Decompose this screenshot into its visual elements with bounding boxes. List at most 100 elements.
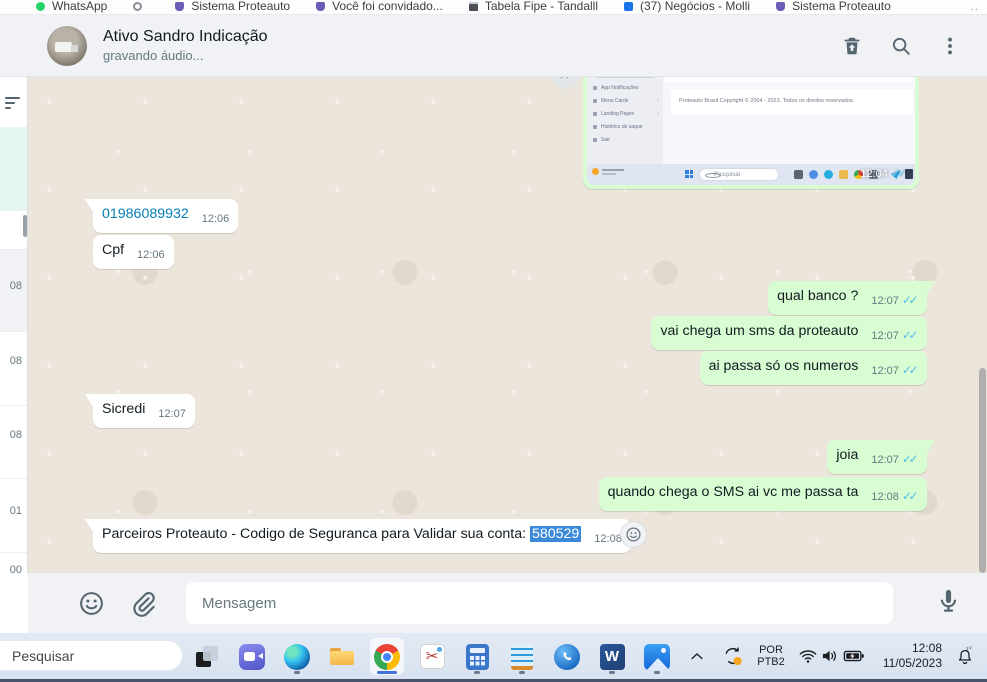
language-line2: PTB2 xyxy=(757,656,785,669)
chat-row[interactable] xyxy=(0,405,27,478)
message-text: vai chega um sms da proteauto xyxy=(660,323,858,339)
message-text: joia xyxy=(836,447,858,463)
chat-list-strip: 08 08 08 01 00 xyxy=(0,77,28,573)
react-button[interactable] xyxy=(620,521,647,548)
screenshot-weather-icon xyxy=(592,168,599,175)
forward-arrow-icon xyxy=(558,77,574,84)
volume-button[interactable] xyxy=(820,633,840,679)
speaker-icon xyxy=(820,646,840,666)
folder-icon xyxy=(329,644,355,670)
whatsapp-favicon-icon xyxy=(36,2,45,11)
message-bubble[interactable]: quando chega o SMS ai vc me passa ta 12:… xyxy=(599,477,927,511)
chat-avatar[interactable] xyxy=(47,26,87,66)
tab-negocios[interactable]: (37) Negócios - Molli xyxy=(624,0,750,13)
screenshot-windows-icon xyxy=(685,170,693,178)
tab-overflow: .. xyxy=(971,1,979,13)
phone-link-button[interactable] xyxy=(550,638,584,675)
message-text: Parceiros Proteauto - Codigo de Seguranc… xyxy=(102,526,530,542)
chat-title[interactable]: Ativo Sandro Indicação xyxy=(103,26,268,47)
tab-label: (37) Negócios - Molli xyxy=(640,0,750,13)
notifications-button[interactable]: z z xyxy=(955,633,975,679)
language-indicator[interactable]: POR PTB2 xyxy=(752,633,790,679)
tray-expand-button[interactable] xyxy=(688,633,706,679)
edge-icon xyxy=(284,644,310,670)
shield-favicon-icon xyxy=(175,2,184,11)
calculator-button[interactable] xyxy=(460,638,494,675)
photos-button[interactable] xyxy=(640,638,674,675)
chat-row[interactable] xyxy=(0,331,27,405)
message-bubble[interactable]: 01986089932 12:06 xyxy=(93,199,238,233)
emoji-icon[interactable] xyxy=(78,590,105,617)
message-time: 12:07✓✓ xyxy=(871,450,918,470)
chevron-up-icon xyxy=(688,647,706,665)
message-time: 12:07 xyxy=(158,405,186,424)
notepad-button[interactable] xyxy=(505,638,539,675)
blue-favicon-icon xyxy=(624,2,633,11)
chat-row-time: 08 xyxy=(10,280,22,292)
sync-icon xyxy=(722,645,744,667)
message-input[interactable] xyxy=(186,582,893,624)
image-message[interactable]: App Notificações Menu Cards› Landing Pag… xyxy=(583,77,919,189)
message-text: Cpf xyxy=(102,242,124,258)
taskbar-clock[interactable]: 12:08 11/05/2023 xyxy=(862,633,942,679)
phone-number-link[interactable]: 01986089932 xyxy=(102,206,189,222)
word-button[interactable]: W xyxy=(595,638,629,675)
screenshot-sidebar: App Notificações Menu Cards› Landing Pag… xyxy=(587,77,663,164)
screenshot-topbar xyxy=(665,77,913,82)
tab-tabela-fipe[interactable]: Tabela Fipe - Tandalll xyxy=(469,0,598,13)
svg-text:z: z xyxy=(970,646,972,650)
circle-favicon-icon xyxy=(133,2,142,11)
wifi-button[interactable] xyxy=(798,633,818,679)
tab-convite[interactable]: Você foi convidado... xyxy=(316,0,443,13)
chat-row-time: 08 xyxy=(10,429,22,441)
message-bubble[interactable]: Cpf 12:06 xyxy=(93,235,174,269)
snipping-tool-button[interactable]: ✂ xyxy=(415,638,449,675)
selected-chat-row[interactable] xyxy=(0,127,27,211)
edge-button[interactable] xyxy=(280,638,314,675)
message-bubble[interactable]: joia 12:07✓✓ xyxy=(827,440,927,474)
forward-button[interactable] xyxy=(552,77,579,89)
clock-date: 11/05/2023 xyxy=(883,656,942,671)
message-time: 12:06 xyxy=(137,246,165,265)
tab-label: Sistema Proteauto xyxy=(792,0,891,13)
tab-unknown[interactable] xyxy=(133,2,149,11)
tab-label: Você foi convidado... xyxy=(332,0,443,13)
phone-icon xyxy=(554,644,580,670)
chat-header: Ativo Sandro Indicação gravando áudio... xyxy=(0,15,987,77)
tab-sistema-proteauto-2[interactable]: Sistema Proteauto xyxy=(776,0,891,13)
file-explorer-button[interactable] xyxy=(325,638,359,675)
message-bubble[interactable]: vai chega um sms da proteauto 12:07✓✓ xyxy=(651,316,927,350)
bell-sleep-icon: z z xyxy=(955,646,975,666)
message-text: qual banco ? xyxy=(777,288,858,304)
tab-whatsapp[interactable]: WhatsApp xyxy=(36,0,107,13)
attach-icon[interactable] xyxy=(129,590,156,617)
message-time: 12:06 xyxy=(202,210,230,229)
delete-chat-icon[interactable] xyxy=(841,35,863,57)
read-ticks-icon: ✓✓ xyxy=(902,293,918,307)
message-bubble[interactable]: Sicredi 12:07 xyxy=(93,394,195,428)
chrome-button[interactable] xyxy=(370,638,404,675)
calculator-icon xyxy=(466,644,489,670)
chat-row-time: 01 xyxy=(10,505,22,517)
notepad-icon xyxy=(511,644,533,670)
chat-list-scrollbar[interactable] xyxy=(23,215,27,237)
task-view-button[interactable] xyxy=(190,638,224,675)
filter-icon[interactable] xyxy=(4,93,22,111)
message-time: 12:08✓✓ xyxy=(871,487,918,507)
sync-status-button[interactable] xyxy=(722,633,744,679)
conversation-scrollbar[interactable] xyxy=(979,368,986,573)
windows-taskbar: ✂ W POR PTB2 xyxy=(0,633,987,679)
task-view-icon xyxy=(195,645,219,669)
taskbar-search-input[interactable] xyxy=(0,640,183,671)
photos-icon xyxy=(644,644,670,670)
teams-chat-button[interactable] xyxy=(235,638,269,675)
tab-sistema-proteauto[interactable]: Sistema Proteauto xyxy=(175,0,290,13)
menu-kebab-icon[interactable] xyxy=(939,35,961,57)
message-bubble[interactable]: qual banco ? 12:07✓✓ xyxy=(768,281,927,315)
search-icon[interactable] xyxy=(890,35,912,57)
message-bubble[interactable]: ai passa só os numeros 12:07✓✓ xyxy=(700,351,927,385)
chat-status: gravando áudio... xyxy=(103,47,268,65)
chrome-icon xyxy=(374,644,400,670)
mic-icon[interactable] xyxy=(935,587,962,614)
message-bubble[interactable]: Parceiros Proteauto - Codigo de Seguranc… xyxy=(93,519,631,553)
